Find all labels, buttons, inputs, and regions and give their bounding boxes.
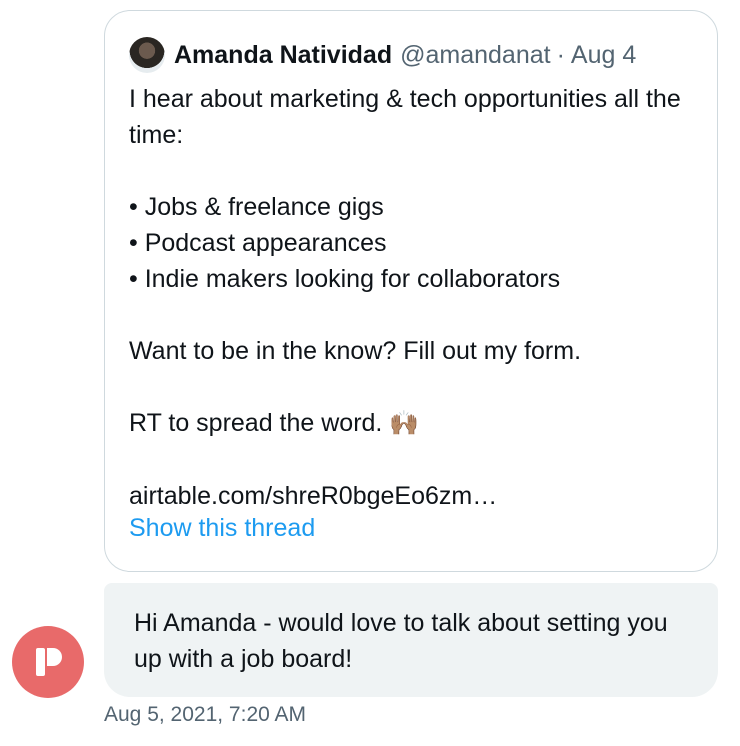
product-logo-icon [36, 648, 62, 676]
tweet-rt-text: RT to spread the word. [129, 409, 383, 437]
author-handle[interactable]: @amandanat [400, 41, 550, 70]
message-timestamp: Aug 5, 2021, 7:20 AM [104, 703, 306, 726]
reply-message-bubble: Hi Amanda - would love to talk about set… [104, 583, 718, 697]
show-thread-link[interactable]: Show this thread [129, 514, 315, 543]
sender-avatar[interactable] [12, 626, 84, 698]
tweet-cta: Want to be in the know? Fill out my form… [129, 337, 582, 365]
tweet-rt-line: RT to spread the word. 🙌🏽 [129, 405, 699, 442]
tweet-intro: I hear about marketing & tech opportunit… [129, 85, 681, 149]
tweet-body: I hear about marketing & tech opportunit… [129, 81, 699, 514]
raised-hands-emoji: 🙌🏽 [389, 410, 420, 437]
tweet-bullet: • Indie makers looking for collaborators [129, 265, 561, 293]
tweet-bullet: • Jobs & freelance gigs [129, 193, 384, 221]
quoted-tweet-header: Amanda Natividad @amandanat · Aug 4 [129, 37, 636, 73]
tweet-date[interactable]: Aug 4 [571, 41, 636, 70]
author-avatar[interactable] [129, 37, 165, 73]
quoted-tweet-card[interactable]: Amanda Natividad @amandanat · Aug 4 I he… [104, 10, 718, 572]
author-name[interactable]: Amanda Natividad [174, 41, 392, 70]
tweet-bullet: • Podcast appearances [129, 229, 387, 257]
reply-message-text: Hi Amanda - would love to talk about set… [134, 609, 668, 673]
tweet-link[interactable]: airtable.com/shreR0bgeEo6zm… [129, 478, 699, 514]
header-separator: · [556, 40, 565, 69]
